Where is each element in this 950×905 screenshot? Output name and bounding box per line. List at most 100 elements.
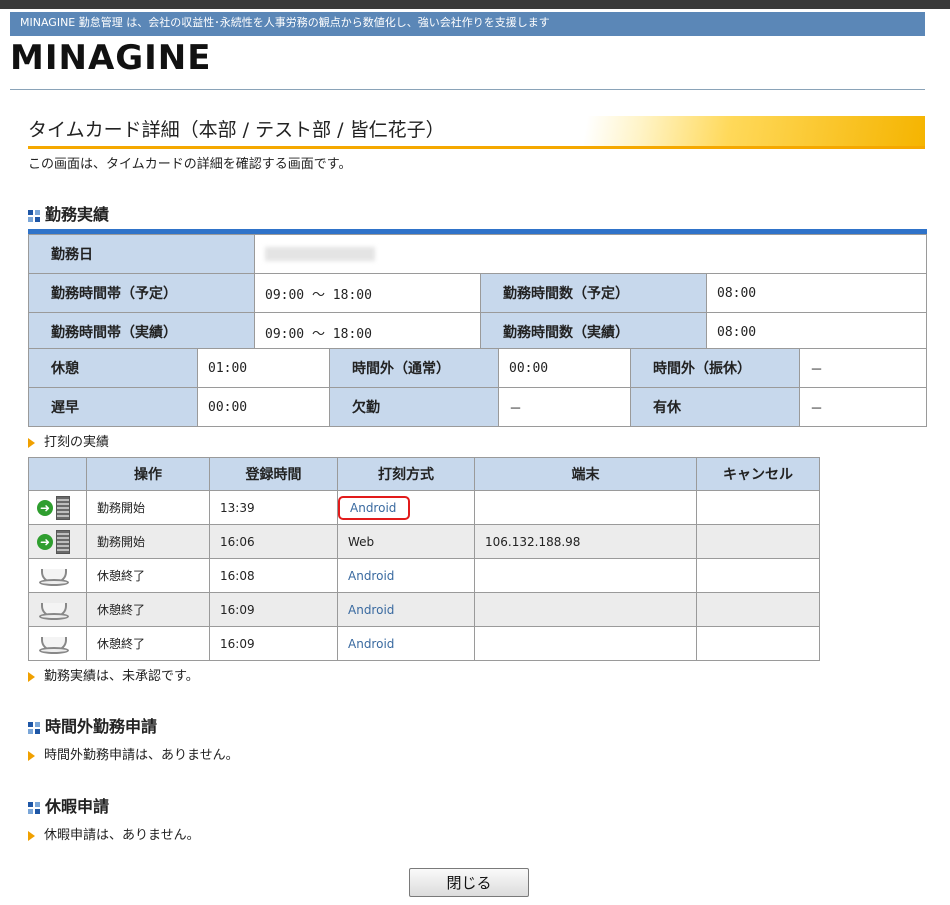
overtime-request-message: 時間外勤務申請は、ありません。: [28, 744, 239, 763]
absence-label: 欠勤: [329, 387, 499, 427]
punch-subheading-text: 打刻の実績: [44, 435, 110, 450]
leave-request-message: 休暇申請は、ありません。: [28, 824, 200, 843]
table-row: 休憩終了 16:08 Android: [28, 558, 820, 593]
row-terminal: [474, 490, 697, 525]
row-method-cell: Android: [337, 626, 475, 661]
table-row: 休憩終了 16:09 Android: [28, 592, 820, 627]
minagine-logo[interactable]: MINAGINE: [10, 38, 212, 78]
row-time: 16:08: [209, 558, 338, 593]
col-punch-method: 打刻方式: [337, 457, 475, 491]
building-icon: [56, 529, 70, 554]
break-label: 休憩: [28, 348, 198, 388]
coffee-cup-icon: [39, 636, 69, 654]
paid-leave-label: 有休: [630, 387, 800, 427]
col-icon: [28, 457, 87, 491]
row-time: 13:39: [209, 490, 338, 525]
page-description: この画面は、タイムカードの詳細を確認する画面です。: [28, 157, 352, 172]
scheduled-row: 勤務時間帯（予定） 09:00 ～ 18:00 勤務時間数（予定） 08:00: [28, 273, 927, 313]
coffee-cup-icon: [39, 568, 69, 586]
overtime-normal-label: 時間外（通常）: [329, 348, 499, 388]
overtime-sub-value: －: [799, 348, 927, 388]
scheduled-hours-value: 08:00: [706, 273, 927, 313]
close-button[interactable]: 閉じる: [409, 868, 529, 897]
row-cancel: [696, 490, 820, 525]
row-method-cell: Android: [337, 558, 475, 593]
punch-table: 操作 登録時間 打刻方式 端末 キャンセル ➜ 勤務開始 13:39 Andro…: [28, 457, 820, 661]
row-operation: 休憩終了: [86, 558, 210, 593]
row-cancel: [696, 524, 820, 559]
table-row: 休憩終了 16:09 Android: [28, 626, 820, 661]
punch-subheading: 打刻の実績: [28, 431, 109, 450]
row-terminal: [474, 626, 697, 661]
overtime-request-message-text: 時間外勤務申請は、ありません。: [44, 748, 239, 763]
break-value: 01:00: [197, 348, 330, 388]
actual-band-value: 09:00 ～ 18:00: [254, 312, 481, 352]
row-time: 16:09: [209, 592, 338, 627]
section-squares-icon: [28, 209, 40, 222]
work-record-heading: 勤務実績: [28, 201, 109, 225]
row-icon-cell: ➜: [28, 490, 87, 525]
row-terminal: [474, 558, 697, 593]
work-date-value: [254, 234, 927, 274]
leave-request-heading-text: 休暇申請: [45, 797, 110, 816]
punch-status-text: 勤務実績は、未承認です。: [44, 669, 199, 684]
row-icon-cell: [28, 592, 87, 627]
android-link-highlighted[interactable]: Android: [338, 495, 411, 520]
col-cancel: キャンセル: [696, 457, 820, 491]
late-label: 遅早: [28, 387, 198, 427]
actual-band-label: 勤務時間帯（実績）: [28, 312, 255, 352]
row-method: Web: [337, 524, 475, 559]
row-cancel: [696, 626, 820, 661]
punch-status: 勤務実績は、未承認です。: [28, 665, 199, 684]
header-divider: [10, 89, 925, 90]
leave-request-heading: 休暇申請: [28, 793, 109, 817]
orange-arrow-icon: [28, 750, 35, 761]
late-value: 00:00: [197, 387, 330, 427]
punch-header-row: 操作 登録時間 打刻方式 端末 キャンセル: [28, 457, 820, 491]
window-top-bar: [0, 0, 950, 9]
row-icon-cell: ➜: [28, 524, 87, 559]
orange-arrow-icon: [28, 671, 35, 682]
actual-hours-value: 08:00: [706, 312, 927, 352]
col-operation: 操作: [86, 457, 210, 491]
section-squares-icon: [28, 801, 40, 814]
table-row: ➜ 勤務開始 16:06 Web 106.132.188.98: [28, 524, 820, 559]
overtime-normal-value: 00:00: [498, 348, 631, 388]
row-terminal: [474, 592, 697, 627]
table-row: ➜ 勤務開始 13:39 Android: [28, 490, 820, 525]
go-arrow-icon: ➜: [37, 499, 53, 516]
row-time: 16:06: [209, 524, 338, 559]
scheduled-hours-label: 勤務時間数（予定）: [480, 273, 707, 313]
work-record-heading-text: 勤務実績: [45, 205, 110, 224]
row-terminal: 106.132.188.98: [474, 524, 697, 559]
absence-value: －: [498, 387, 631, 427]
row-operation: 休憩終了: [86, 592, 210, 627]
row-time: 16:09: [209, 626, 338, 661]
page-title: タイムカード詳細（本部 / テスト部 / 皆仁花子）: [28, 116, 925, 149]
overtime-request-heading: 時間外勤務申請: [28, 713, 157, 737]
android-link[interactable]: Android: [348, 637, 394, 651]
section-squares-icon: [28, 721, 40, 734]
row-operation: 勤務開始: [86, 524, 210, 559]
leave-request-message-text: 休暇申請は、ありません。: [44, 828, 200, 843]
row-method-cell: Android: [337, 490, 475, 525]
scheduled-band-label: 勤務時間帯（予定）: [28, 273, 255, 313]
row-operation: 勤務開始: [86, 490, 210, 525]
row-cancel: [696, 558, 820, 593]
row-icon-cell: [28, 558, 87, 593]
orange-arrow-icon: [28, 830, 35, 841]
building-icon: [56, 495, 70, 520]
work-date-row: 勤務日: [28, 234, 927, 274]
actual-hours-label: 勤務時間数（実績）: [480, 312, 707, 352]
break-row: 休憩 01:00 時間外（通常） 00:00 時間外（振休） －: [28, 348, 927, 388]
row-icon-cell: [28, 626, 87, 661]
coffee-cup-icon: [39, 602, 69, 620]
tagline-banner: MINAGINE 勤怠管理 は、会社の収益性･永続性を人事労務の観点から数値化し…: [10, 12, 925, 36]
overtime-request-heading-text: 時間外勤務申請: [45, 717, 158, 736]
row-cancel: [696, 592, 820, 627]
android-link[interactable]: Android: [348, 603, 394, 617]
orange-arrow-icon: [28, 437, 35, 448]
work-date-blurred: [265, 247, 375, 261]
android-link[interactable]: Android: [348, 569, 394, 583]
col-terminal: 端末: [474, 457, 697, 491]
